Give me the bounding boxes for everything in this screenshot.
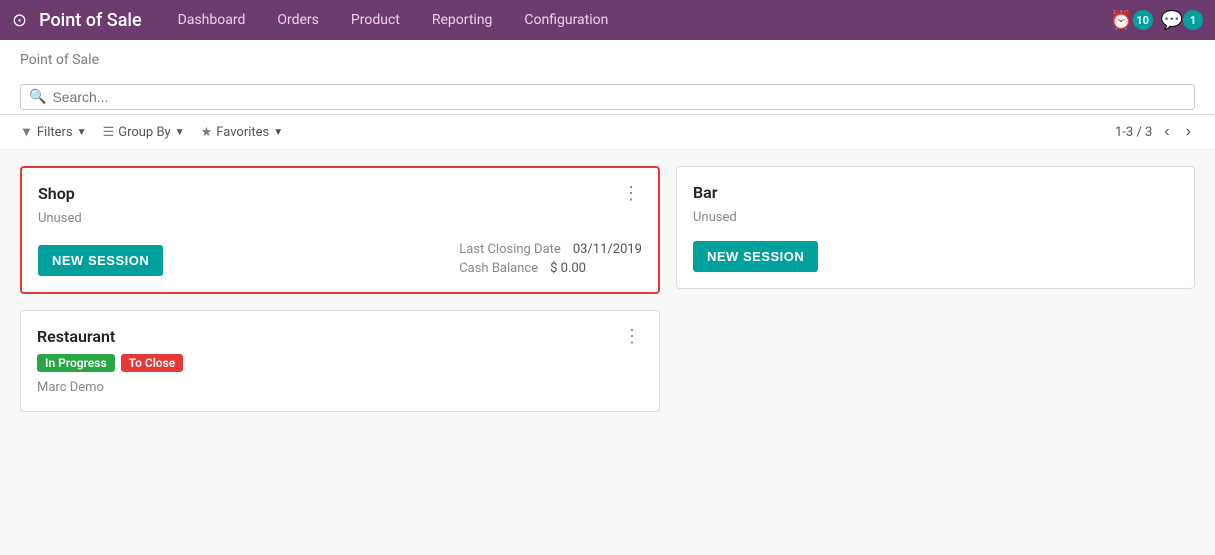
restaurant-card-title: Restaurant	[37, 327, 115, 346]
favorites-label: Favorites	[216, 125, 269, 140]
bar-card: Bar Unused NEW SESSION	[676, 166, 1195, 289]
shop-cash-balance-label: Cash Balance	[459, 261, 538, 276]
top-navbar: ⊙ Point of Sale Dashboard Orders Product…	[0, 0, 1215, 40]
shop-card-info: Last Closing Date 03/11/2019 Cash Balanc…	[459, 242, 642, 276]
breadcrumb: Point of Sale	[20, 52, 99, 68]
bar-new-session-button[interactable]: NEW SESSION	[693, 241, 818, 272]
restaurant-card: Restaurant ⋮ In Progress To Close Marc D…	[20, 310, 660, 412]
search-area: 🔍	[0, 76, 1215, 115]
in-progress-badge: In Progress	[37, 354, 115, 372]
shop-new-session-button[interactable]: NEW SESSION	[38, 245, 163, 276]
shop-last-closing-label: Last Closing Date	[459, 242, 561, 257]
groupby-label: Group By	[118, 125, 171, 140]
chat-icon: 💬	[1161, 10, 1183, 31]
pagination-controls: 1-3 / 3 ‹ ›	[1115, 121, 1195, 143]
bar-card-subtitle: Unused	[693, 210, 1178, 225]
pagination-text: 1-3 / 3	[1115, 125, 1152, 140]
bar-card-title: Bar	[693, 183, 718, 202]
restaurant-card-header: Restaurant ⋮	[37, 327, 643, 346]
restaurant-card-user: Marc Demo	[37, 380, 643, 395]
shop-card-menu-button[interactable]: ⋮	[620, 184, 642, 202]
nav-dashboard[interactable]: Dashboard	[172, 8, 252, 32]
grid-icon[interactable]: ⊙	[12, 10, 27, 31]
nav-configuration[interactable]: Configuration	[518, 8, 614, 32]
clock-icon: ⏰	[1110, 10, 1132, 31]
next-page-button[interactable]: ›	[1182, 121, 1195, 143]
prev-page-button[interactable]: ‹	[1160, 121, 1173, 143]
to-close-badge: To Close	[121, 354, 184, 372]
star-icon: ★	[201, 125, 213, 140]
nav-orders[interactable]: Orders	[271, 8, 325, 32]
nav-product[interactable]: Product	[345, 8, 406, 32]
filter-bar: ▼ Filters ▼ ☰ Group By ▼ ★ Favorites ▼ 1…	[0, 115, 1215, 150]
shop-card-title: Shop	[38, 184, 75, 203]
shop-card-header: Shop ⋮	[38, 184, 642, 203]
groupby-chevron: ▼	[175, 127, 185, 138]
bar-card-header: Bar	[693, 183, 1178, 202]
shop-cash-balance-row: Cash Balance $ 0.00	[459, 261, 642, 276]
nav-reporting[interactable]: Reporting	[426, 8, 499, 32]
shop-card-body: NEW SESSION Last Closing Date 03/11/2019…	[38, 242, 642, 276]
left-column: Shop ⋮ Unused NEW SESSION Last Closing D…	[20, 166, 660, 539]
restaurant-card-menu-button[interactable]: ⋮	[621, 327, 643, 345]
search-input[interactable]	[52, 89, 1186, 105]
search-wrapper: 🔍	[20, 84, 1195, 110]
breadcrumb-area: Point of Sale	[0, 40, 1215, 76]
messages-badge-wrapper[interactable]: 💬 1	[1161, 10, 1203, 31]
topnav-right: ⏰ 10 💬 1	[1110, 10, 1203, 31]
shop-cash-balance-value: $ 0.00	[550, 261, 586, 276]
filter-icon: ▼	[20, 124, 33, 140]
shop-card-subtitle: Unused	[38, 211, 642, 226]
messages-badge: 1	[1183, 10, 1203, 30]
filters-dropdown[interactable]: ▼ Filters ▼	[20, 124, 87, 140]
filters-chevron: ▼	[77, 127, 87, 138]
favorites-chevron: ▼	[273, 127, 283, 138]
groupby-dropdown[interactable]: ☰ Group By ▼	[103, 125, 185, 140]
search-icon: 🔍	[29, 89, 46, 105]
groupby-icon: ☰	[103, 125, 115, 140]
bar-card-body: NEW SESSION	[693, 241, 1178, 272]
nav-menu: Dashboard Orders Product Reporting Confi…	[172, 8, 1111, 32]
activity-badge: 10	[1133, 10, 1153, 30]
shop-last-closing-row: Last Closing Date 03/11/2019	[459, 242, 642, 257]
restaurant-badge-row: In Progress To Close	[37, 354, 643, 372]
filters-label: Filters	[37, 125, 73, 140]
app-title: Point of Sale	[39, 10, 142, 31]
favorites-dropdown[interactable]: ★ Favorites ▼	[201, 125, 284, 140]
main-content: Shop ⋮ Unused NEW SESSION Last Closing D…	[0, 150, 1215, 555]
clock-badge-wrapper[interactable]: ⏰ 10	[1110, 10, 1152, 31]
right-column: Bar Unused NEW SESSION	[676, 166, 1195, 539]
shop-card: Shop ⋮ Unused NEW SESSION Last Closing D…	[20, 166, 660, 294]
shop-last-closing-value: 03/11/2019	[573, 242, 642, 257]
